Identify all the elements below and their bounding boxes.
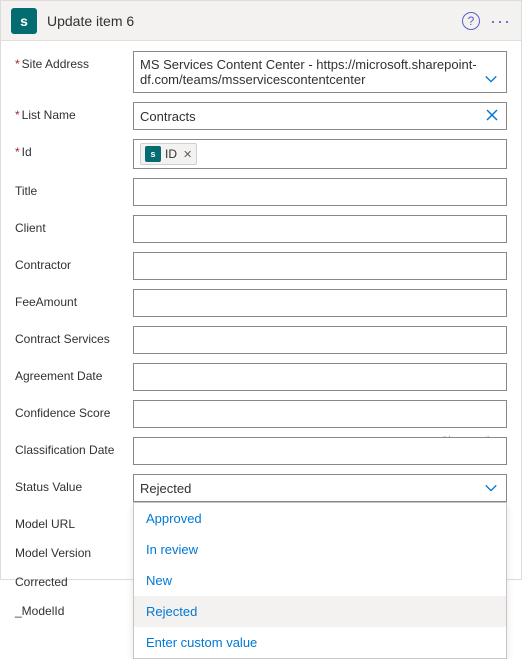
row-status-value: Status Value Rejected Approved In review…	[15, 474, 507, 502]
more-menu-icon[interactable]: ···	[490, 12, 511, 30]
row-confidence-score: Confidence Score	[15, 400, 507, 428]
option-custom[interactable]: Enter custom value	[134, 627, 506, 658]
help-icon[interactable]: ?	[462, 12, 480, 30]
label-title: Title	[15, 178, 133, 198]
label-fee-amount: FeeAmount	[15, 289, 133, 309]
contract-services-input[interactable]	[133, 326, 507, 354]
label-client: Client	[15, 215, 133, 235]
label-model-version: Model Version	[15, 540, 133, 560]
agreement-date-input[interactable]	[133, 363, 507, 391]
row-client: Client	[15, 215, 507, 243]
label-confidence-score: Confidence Score	[15, 400, 133, 420]
row-site-address: *Site Address MS Services Content Center…	[15, 51, 507, 93]
row-agreement-date: Agreement Date	[15, 363, 507, 391]
row-contractor: Contractor	[15, 252, 507, 280]
row-classification-date: Classification Date Show options	[15, 437, 507, 465]
label-contract-services: Contract Services	[15, 326, 133, 346]
classification-date-input[interactable]	[133, 437, 507, 465]
status-value-select[interactable]: Rejected	[133, 474, 507, 502]
token-remove-icon[interactable]: ✕	[183, 148, 192, 161]
contractor-input[interactable]	[133, 252, 507, 280]
client-input[interactable]	[133, 215, 507, 243]
option-rejected[interactable]: Rejected	[134, 596, 506, 627]
sharepoint-app-icon: s	[11, 8, 37, 34]
clear-icon[interactable]	[486, 109, 498, 124]
label-model-url: Model URL	[15, 511, 133, 531]
label-classification-date: Classification Date	[15, 437, 133, 457]
label-id: Id	[22, 145, 32, 159]
sharepoint-token-icon: s	[145, 146, 161, 162]
confidence-score-input[interactable]	[133, 400, 507, 428]
label-agreement-date: Agreement Date	[15, 363, 133, 383]
label-status-value: Status Value	[15, 474, 133, 494]
label-site-address: Site Address	[22, 57, 89, 71]
label-list-name: List Name	[22, 108, 76, 122]
option-in-review[interactable]: In review	[134, 534, 506, 565]
option-approved[interactable]: Approved	[134, 503, 506, 534]
label-model-id: _ModelId	[15, 598, 133, 618]
status-value-dropdown: Approved In review New Rejected Enter cu…	[133, 502, 507, 659]
title-input[interactable]	[133, 178, 507, 206]
chevron-down-icon[interactable]	[484, 481, 498, 495]
row-fee-amount: FeeAmount	[15, 289, 507, 317]
list-name-input[interactable]: Contracts	[133, 102, 507, 130]
row-list-name: *List Name Contracts	[15, 102, 507, 130]
option-new[interactable]: New	[134, 565, 506, 596]
fee-amount-input[interactable]	[133, 289, 507, 317]
id-input[interactable]: s ID ✕	[133, 139, 507, 169]
card-header: s Update item 6 ? ···	[1, 1, 521, 41]
row-id: *Id s ID ✕	[15, 139, 507, 169]
row-contract-services: Contract Services	[15, 326, 507, 354]
label-contractor: Contractor	[15, 252, 133, 272]
site-address-input[interactable]: MS Services Content Center - https://mic…	[133, 51, 507, 93]
id-token[interactable]: s ID ✕	[140, 143, 197, 165]
chevron-down-icon[interactable]	[484, 72, 498, 86]
form-body: *Site Address MS Services Content Center…	[1, 41, 521, 618]
row-title: Title	[15, 178, 507, 206]
card-title: Update item 6	[47, 13, 462, 29]
label-corrected: Corrected	[15, 569, 133, 589]
